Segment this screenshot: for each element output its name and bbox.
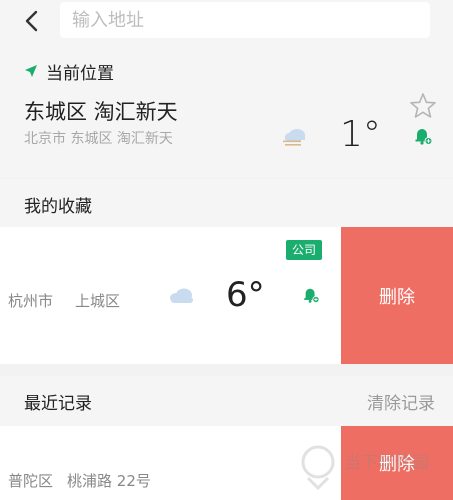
watermark-logo-icon bbox=[301, 445, 335, 490]
cloud-fog-icon bbox=[283, 129, 305, 146]
recent-location: 普陀区 桃浦路 22号 bbox=[8, 470, 151, 491]
navigation-arrow-icon bbox=[25, 65, 37, 77]
favorite-tag-badge: 公司 bbox=[286, 240, 322, 260]
favorites-section-header: 我的收藏 bbox=[0, 179, 453, 227]
current-location-label: 当前位置 bbox=[46, 63, 114, 84]
favorite-city: 杭州市 bbox=[8, 292, 54, 310]
current-location-address: 北京市 东城区 淘汇新天 bbox=[24, 131, 173, 147]
favorite-district: 上城区 bbox=[75, 292, 121, 310]
current-alert-button[interactable] bbox=[413, 126, 433, 146]
search-box[interactable] bbox=[60, 2, 430, 38]
star-icon bbox=[410, 93, 436, 118]
recent-district: 普陀区 bbox=[8, 472, 54, 490]
clear-history-button[interactable]: 清除记录 bbox=[367, 389, 435, 414]
favorite-star-button[interactable] bbox=[409, 92, 437, 120]
location-manager-page: 当前位置 东城区 淘汇新天 北京市 东城区 淘汇新天 1° bbox=[0, 0, 453, 500]
favorite-temperature: 6° bbox=[226, 275, 265, 315]
search-input[interactable] bbox=[72, 2, 412, 38]
recent-list-item[interactable]: 普陀区 桃浦路 22号 删除 当下软件园 bbox=[0, 426, 453, 500]
current-temperature: 1° bbox=[340, 114, 381, 155]
favorite-list-item[interactable]: 杭州市 上城区 6° 公司 删除 bbox=[0, 227, 453, 364]
bell-add-icon bbox=[304, 288, 320, 304]
recent-address: 桃浦路 22号 bbox=[67, 472, 151, 490]
watermark-text: 当下软件园 bbox=[344, 453, 429, 473]
watermark: 当下软件园 bbox=[298, 440, 448, 490]
cloud-icon bbox=[170, 288, 193, 303]
recent-section-header: 最近记录 清除记录 bbox=[0, 376, 453, 426]
top-bar bbox=[0, 0, 453, 42]
current-location-header: 当前位置 bbox=[24, 60, 114, 84]
back-button[interactable] bbox=[20, 6, 46, 36]
favorite-delete-button[interactable]: 删除 bbox=[341, 227, 453, 364]
favorite-location: 杭州市 上城区 bbox=[8, 290, 120, 311]
current-location-name: 东城区 淘汇新天 bbox=[24, 100, 178, 124]
bell-add-icon bbox=[415, 129, 433, 145]
current-location-card[interactable]: 当前位置 东城区 淘汇新天 北京市 东城区 淘汇新天 1° bbox=[0, 42, 453, 178]
favorites-title: 我的收藏 bbox=[24, 197, 92, 217]
recent-title: 最近记录 bbox=[24, 394, 92, 414]
favorite-alert-button[interactable] bbox=[302, 285, 320, 305]
chevron-left-icon bbox=[25, 10, 38, 32]
